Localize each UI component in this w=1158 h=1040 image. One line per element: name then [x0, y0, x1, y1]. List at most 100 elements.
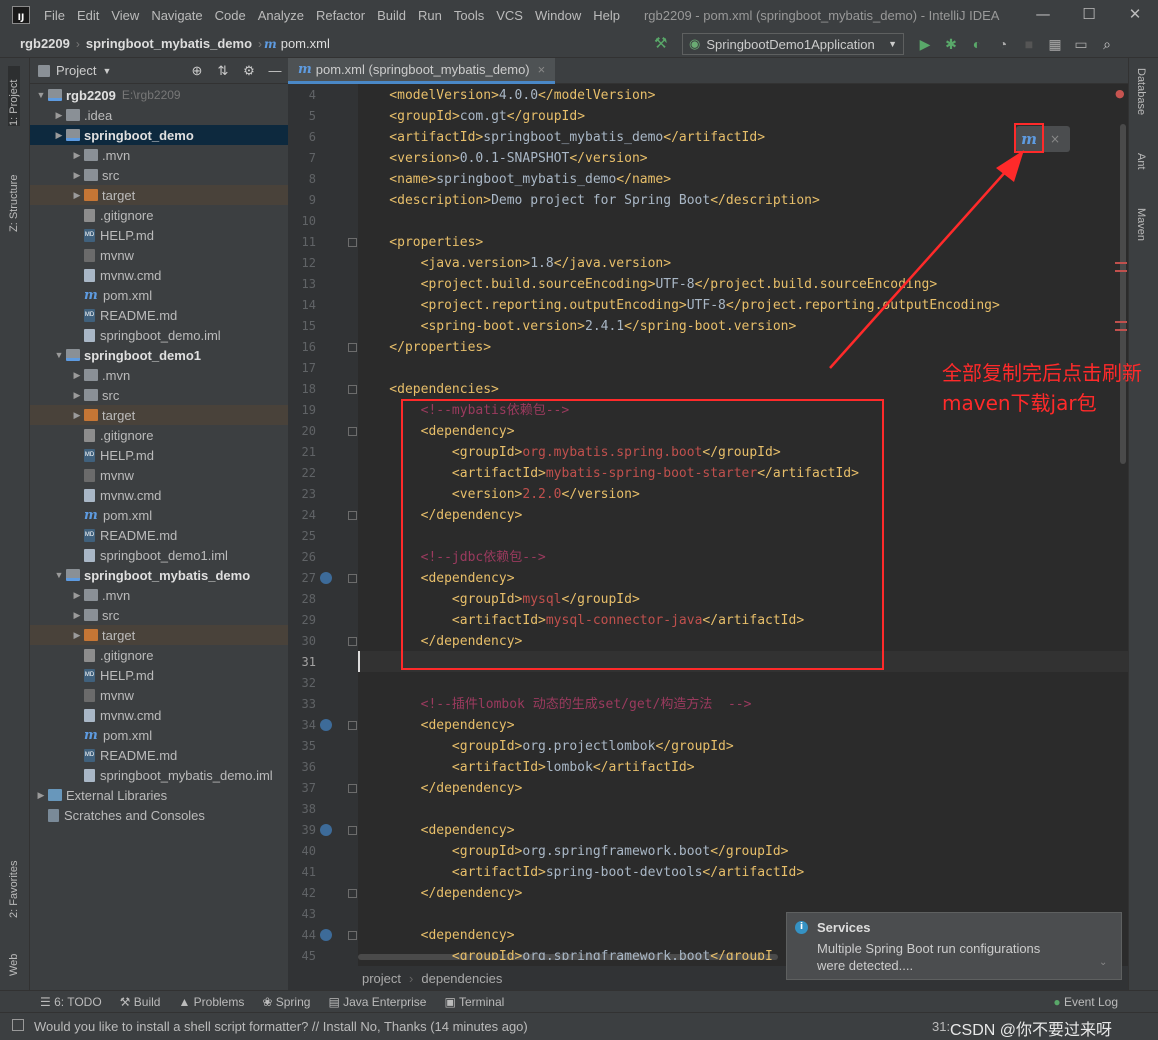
expand-right-icon[interactable]: ▶ [70, 410, 84, 421]
menu-edit[interactable]: Edit [71, 8, 105, 23]
expand-right-icon[interactable]: ▶ [52, 130, 66, 141]
tree-item[interactable]: mvnw [30, 465, 288, 485]
locate-icon[interactable]: ⊕ [184, 63, 210, 79]
breadcrumb-project[interactable]: rgb2209 [16, 36, 74, 51]
fold-marker-icon[interactable] [348, 889, 357, 898]
tool-tab-web[interactable]: Web [8, 936, 20, 976]
fold-marker-icon[interactable] [348, 931, 357, 940]
fold-marker-icon[interactable] [348, 427, 357, 436]
tree-item[interactable]: mvnw.cmd [30, 705, 288, 725]
tool-event-log[interactable]: ● Event Log [1053, 995, 1118, 1009]
tree-item[interactable]: ▶ .mvn [30, 145, 288, 165]
fold-marker-icon[interactable] [348, 238, 357, 247]
expand-down-icon[interactable]: ▼ [52, 350, 66, 360]
debug-icon[interactable]: ✱ [938, 36, 964, 53]
tool-tab-maven[interactable]: Maven [1135, 208, 1147, 264]
fold-marker-icon[interactable] [348, 343, 357, 352]
terminal-window-icon[interactable]: ▭ [1068, 36, 1094, 53]
tree-item[interactable]: ▶ .idea [30, 105, 288, 125]
expand-right-icon[interactable]: ▶ [70, 150, 84, 161]
expand-right-icon[interactable]: ▶ [70, 610, 84, 621]
menu-build[interactable]: Build [371, 8, 412, 23]
fold-marker-icon[interactable] [348, 784, 357, 793]
implement-gutter-icon[interactable] [320, 824, 332, 836]
menu-code[interactable]: Code [209, 8, 252, 23]
tool-build[interactable]: ⚒ Build [120, 995, 161, 1009]
breadcrumb-file[interactable]: pom.xml [277, 36, 334, 51]
expand-right-icon[interactable]: ▶ [34, 790, 48, 801]
expand-right-icon[interactable]: ▶ [52, 110, 66, 121]
tree-item[interactable]: Scratches and Consoles [30, 805, 288, 825]
tool-todo[interactable]: ☰ 6: TODO [40, 995, 102, 1009]
tool-tab-ant[interactable]: Ant [1135, 153, 1147, 189]
menu-help[interactable]: Help [587, 8, 626, 23]
tree-item[interactable]: ▶ External Libraries [30, 785, 288, 805]
tree-item[interactable]: mvnw [30, 245, 288, 265]
chevron-down-icon[interactable]: ▼ [102, 66, 111, 76]
menu-refactor[interactable]: Refactor [310, 8, 371, 23]
tool-terminal[interactable]: ▣ Terminal [444, 995, 504, 1009]
tree-item[interactable]: ▶ .mvn [30, 365, 288, 385]
menu-navigate[interactable]: Navigate [145, 8, 208, 23]
fold-marker-icon[interactable] [348, 721, 357, 730]
chevron-down-icon[interactable]: ⌄ [1099, 957, 1107, 968]
tab-pom-xml[interactable]: m pom.xml (springboot_mybatis_demo) × [288, 58, 556, 84]
menu-run[interactable]: Run [412, 8, 448, 23]
expand-down-icon[interactable]: ▼ [34, 90, 48, 100]
menu-file[interactable]: File [38, 8, 71, 23]
tree-item[interactable]: MD HELP.md [30, 225, 288, 245]
search-icon[interactable]: ⌕ [1094, 36, 1120, 53]
tree-item[interactable]: ▶ src [30, 605, 288, 625]
tree-item[interactable]: MD README.md [30, 305, 288, 325]
run-configuration-select[interactable]: ◉ SpringbootDemo1Application ▼ [682, 33, 904, 55]
implement-gutter-icon[interactable] [320, 572, 332, 584]
fold-marker-icon[interactable] [348, 637, 357, 646]
gear-icon[interactable]: ⚙ [236, 63, 262, 79]
tree-item[interactable]: ▼ springboot_mybatis_demo [30, 565, 288, 585]
tree-item[interactable]: .gitignore [30, 425, 288, 445]
status-message[interactable]: Would you like to install a shell script… [34, 1019, 528, 1034]
services-notification[interactable]: i Services Multiple Spring Boot run conf… [786, 912, 1122, 980]
collapse-all-icon[interactable]: ⇅ [210, 63, 236, 79]
breadcrumb-dependencies-tag[interactable]: dependencies [421, 971, 502, 986]
menu-vcs[interactable]: VCS [490, 8, 529, 23]
cursor-position[interactable]: 31: [932, 1019, 950, 1034]
tree-item[interactable]: MD HELP.md [30, 665, 288, 685]
profile-icon[interactable]: ◔ [990, 36, 1016, 52]
breadcrumb-project-tag[interactable]: project [362, 971, 401, 986]
tree-item[interactable]: ▶ target [30, 625, 288, 645]
menu-tools[interactable]: Tools [448, 8, 490, 23]
tool-tab-favorites[interactable]: 2: Favorites [8, 840, 20, 918]
tree-item[interactable]: .gitignore [30, 205, 288, 225]
tree-item[interactable]: springboot_mybatis_demo.iml [30, 765, 288, 785]
stop-icon[interactable]: ■ [1016, 36, 1042, 52]
expand-right-icon[interactable]: ▶ [70, 630, 84, 641]
tool-java-enterprise[interactable]: ▤ Java Enterprise [328, 995, 426, 1009]
tool-spring[interactable]: ❀ Spring [262, 995, 310, 1009]
tree-item[interactable]: ▶ springboot_demo [30, 125, 288, 145]
hide-icon[interactable]: — [262, 63, 288, 78]
tree-item[interactable]: ▼ springboot_demo1 [30, 345, 288, 365]
tree-item[interactable]: mvnw [30, 685, 288, 705]
close-button[interactable]: ✕ [1112, 0, 1158, 30]
tree-item[interactable]: MD README.md [30, 525, 288, 545]
tree-item[interactable]: MD HELP.md [30, 445, 288, 465]
status-toggle-icon[interactable] [12, 1019, 24, 1031]
tree-item[interactable]: MD README.md [30, 745, 288, 765]
fold-marker-icon[interactable] [348, 385, 357, 394]
maximize-button[interactable]: ☐ [1066, 0, 1112, 30]
implement-gutter-icon[interactable] [320, 929, 332, 941]
tree-item[interactable]: ▶ src [30, 165, 288, 185]
run-icon[interactable]: ▶ [912, 36, 938, 53]
expand-right-icon[interactable]: ▶ [70, 370, 84, 381]
tree-item[interactable]: mvnw.cmd [30, 265, 288, 285]
tool-tab-structure[interactable]: Z: Structure [8, 154, 20, 232]
expand-right-icon[interactable]: ▶ [70, 190, 84, 201]
fold-marker-icon[interactable] [348, 826, 357, 835]
project-panel-title[interactable]: Project [56, 63, 96, 78]
close-tab-icon[interactable]: × [538, 62, 546, 77]
tree-item[interactable]: .gitignore [30, 645, 288, 665]
close-icon[interactable]: × [1042, 132, 1068, 146]
tool-tab-database[interactable]: Database [1135, 68, 1147, 144]
breadcrumb-module[interactable]: springboot_mybatis_demo [82, 36, 256, 51]
